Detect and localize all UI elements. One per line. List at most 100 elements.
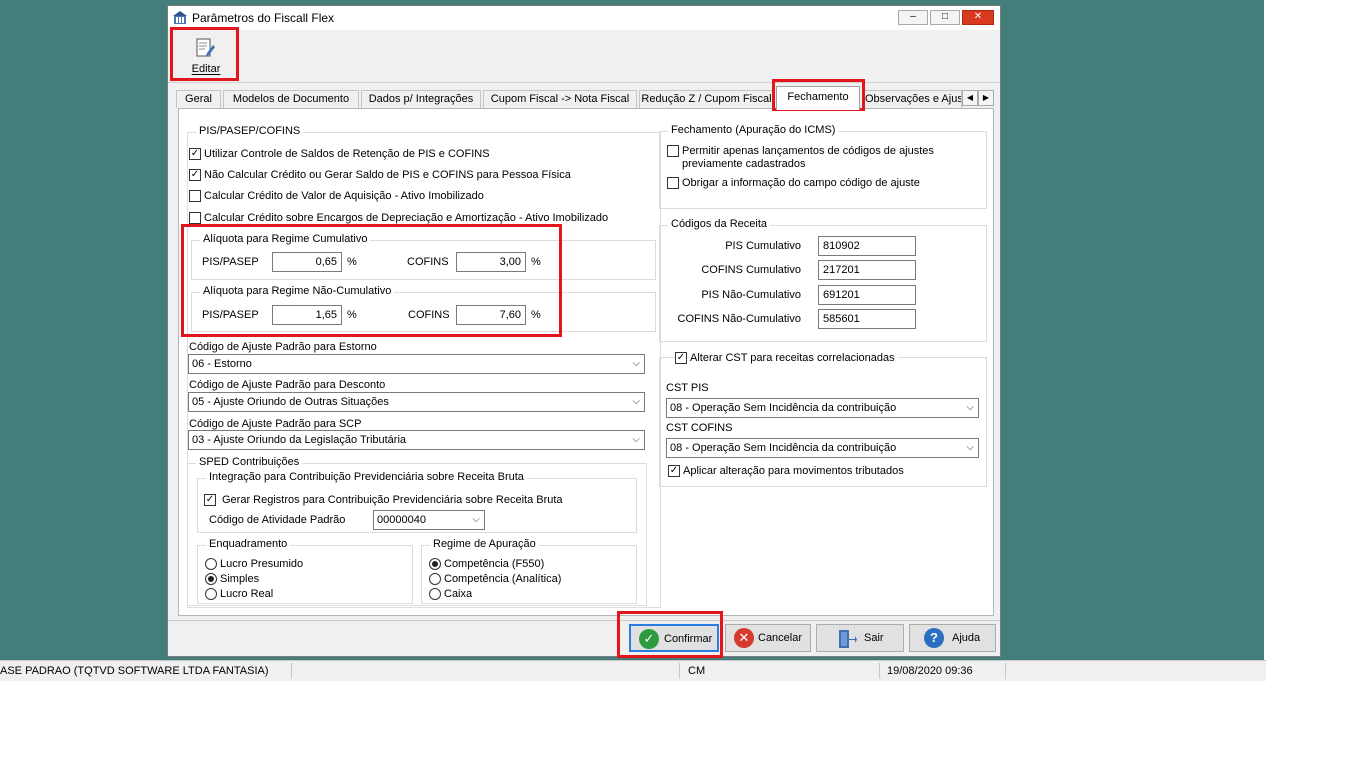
checkbox-permitir-lancamentos[interactable] — [667, 145, 679, 157]
codigos-receita-title: Códigos da Receita — [668, 218, 771, 230]
tab-cupom-nota[interactable]: Cupom Fiscal -> Nota Fiscal — [483, 90, 637, 108]
sair-label: Sair — [864, 632, 884, 644]
tab-dados-integracoes[interactable]: Dados p/ Integrações — [361, 90, 481, 108]
nao-cumulativo-title: Alíquota para Regime Não-Cumulativo — [200, 285, 395, 297]
nao-cumulativo-pis-unit: % — [347, 309, 357, 321]
sair-button[interactable]: Sair — [816, 624, 904, 652]
app-icon — [173, 11, 187, 25]
cumulativo-pis-label: PIS/PASEP — [202, 256, 259, 268]
cancel-icon: ✕ — [734, 628, 754, 648]
obrigar-codigo-label: Obrigar a informação do campo código de … — [682, 177, 920, 189]
competencia-f550-label: Competência (F550) — [444, 558, 545, 570]
lucro-real-label: Lucro Real — [220, 588, 274, 600]
radio-caixa[interactable] — [429, 588, 441, 600]
status-datetime: 19/08/2020 09:36 — [887, 665, 973, 677]
enquadramento-title: Enquadramento — [206, 538, 291, 550]
checkbox-obrigar-codigo[interactable] — [667, 177, 679, 189]
lucro-presumido-label: Lucro Presumido — [220, 558, 304, 570]
label-credito-depreciacao: Calcular Crédito sobre Encargos de Depre… — [204, 212, 609, 224]
window-title: Parâmetros do Fiscall Flex — [192, 11, 335, 25]
radio-competencia-f550[interactable] — [429, 558, 441, 570]
cofins-nao-cumulativo-input[interactable]: 585601 — [818, 309, 916, 329]
ajuda-button[interactable]: ? Ajuda — [909, 624, 996, 652]
cofins-cumulativo-label: COFINS Cumulativo — [701, 264, 801, 276]
permitir-lancamentos-label-2: previamente cadastrados — [682, 158, 806, 170]
caixa-label: Caixa — [444, 588, 473, 600]
nao-cumulativo-cofins-unit: % — [531, 309, 541, 321]
radio-competencia-analitica[interactable] — [429, 573, 441, 585]
cumulativo-title: Alíquota para Regime Cumulativo — [200, 233, 371, 245]
cst-pis-value: 08 - Operação Sem Incidência da contribu… — [670, 402, 897, 414]
checkbox-nao-calcular-credito[interactable]: ✓ — [189, 169, 201, 181]
nao-cumulativo-cofins-input[interactable]: 7,60 — [456, 305, 526, 325]
estorno-value: 06 - Estorno — [192, 358, 252, 370]
ajuda-label: Ajuda — [952, 632, 981, 644]
pis-cumulativo-label: PIS Cumulativo — [725, 240, 801, 252]
toolbar — [168, 30, 1000, 83]
permitir-lancamentos-label: Permitir apenas lançamentos de códigos d… — [682, 145, 934, 157]
atividade-value: 00000040 — [377, 514, 426, 526]
tab-fechamento[interactable]: Fechamento — [776, 86, 860, 110]
status-separator — [291, 663, 292, 679]
scp-select[interactable]: 03 - Ajuste Oriundo da Legislação Tribut… — [188, 430, 645, 450]
close-button[interactable]: ✕ — [962, 10, 994, 25]
checkbox-alterar-cst[interactable]: ✓ — [675, 352, 687, 364]
radio-lucro-real[interactable] — [205, 588, 217, 600]
minimize-button[interactable]: – — [898, 10, 928, 25]
label-nao-calcular-credito: Não Calcular Crédito ou Gerar Saldo de P… — [204, 169, 571, 181]
tab-scroll-right-button[interactable]: ▶ — [978, 90, 994, 106]
cofins-nao-cumulativo-label: COFINS Não-Cumulativo — [677, 313, 801, 325]
cumulativo-pis-input[interactable]: 0,65 — [272, 252, 342, 272]
footer-divider — [168, 620, 1000, 621]
cst-cofins-label: CST COFINS — [666, 422, 733, 434]
pis-cofins-title: PIS/PASEP/COFINS — [196, 125, 304, 137]
nao-cumulativo-pis-label: PIS/PASEP — [202, 309, 259, 321]
maximize-button[interactable]: □ — [930, 10, 960, 25]
cst-pis-label: CST PIS — [666, 382, 709, 394]
parametros-window: Parâmetros do Fiscall Flex – □ ✕ Editar … — [167, 5, 1001, 657]
tab-scroll-left-button[interactable]: ◀ — [962, 90, 978, 106]
cofins-cumulativo-input[interactable]: 217201 — [818, 260, 916, 280]
competencia-analitica-label: Competência (Analítica) — [444, 573, 562, 585]
cumulativo-cofins-input[interactable]: 3,00 — [456, 252, 526, 272]
tab-reducao-z[interactable]: Redução Z / Cupom Fiscal — [639, 90, 774, 108]
edit-button[interactable]: Editar — [176, 33, 236, 79]
confirmar-label: Confirmar — [664, 633, 713, 645]
gerar-registros-label: Gerar Registros para Contribuição Previd… — [222, 494, 563, 506]
title-bar: Parâmetros do Fiscall Flex – □ ✕ — [168, 6, 1000, 30]
estorno-label: Código de Ajuste Padrão para Estorno — [189, 341, 377, 353]
pis-cumulativo-input[interactable]: 810902 — [818, 236, 916, 256]
exit-door-icon — [837, 629, 857, 649]
radio-simples[interactable] — [205, 573, 217, 585]
pis-nao-cumulativo-input[interactable]: 691201 — [818, 285, 916, 305]
checkbox-gerar-registros[interactable]: ✓ — [204, 494, 216, 506]
desconto-select[interactable]: 05 - Ajuste Oriundo de Outras Situações ⌵ — [188, 392, 645, 412]
desconto-label: Código de Ajuste Padrão para Desconto — [189, 379, 386, 391]
checkbox-credito-depreciacao[interactable] — [189, 212, 201, 224]
cancelar-button[interactable]: ✕ Cancelar — [725, 624, 811, 652]
tab-geral[interactable]: Geral — [176, 90, 221, 108]
cst-cofins-select[interactable]: 08 - Operação Sem Incidência da contribu… — [666, 438, 979, 458]
chevron-down-icon: ⌵ — [966, 442, 974, 453]
confirmar-button[interactable]: ✓ Confirmar — [629, 624, 719, 652]
simples-label: Simples — [220, 573, 260, 585]
edit-label: Editar — [191, 63, 221, 75]
status-bar: ASE PADRAO (TQTVD SOFTWARE LTDA FANTASIA… — [0, 660, 1266, 681]
nao-cumulativo-pis-input[interactable]: 1,65 — [272, 305, 342, 325]
checkbox-credito-aquisicao[interactable] — [189, 190, 201, 202]
tab-modelos-documento[interactable]: Modelos de Documento — [223, 90, 359, 108]
regime-apuracao-title: Regime de Apuração — [430, 538, 539, 550]
estorno-select[interactable]: 06 - Estorno ⌵ — [188, 354, 645, 374]
atividade-select[interactable]: 00000040 ⌵ — [373, 510, 485, 530]
tab-observacoes[interactable]: Observações e Ajustes — [862, 90, 962, 108]
label-credito-aquisicao: Calcular Crédito de Valor de Aquisição -… — [204, 190, 484, 202]
cst-pis-select[interactable]: 08 - Operação Sem Incidência da contribu… — [666, 398, 979, 418]
desconto-value: 05 - Ajuste Oriundo de Outras Situações — [192, 396, 389, 408]
checkbox-controle-saldos[interactable]: ✓ — [189, 148, 201, 160]
chevron-down-icon: ⌵ — [632, 358, 640, 369]
cumulativo-cofins-label: COFINS — [407, 256, 449, 268]
radio-lucro-presumido[interactable] — [205, 558, 217, 570]
tab-panel: PIS/PASEP/COFINS ✓ Utilizar Controle de … — [178, 108, 994, 616]
checkbox-aplicar-alteracao[interactable]: ✓ — [668, 465, 680, 477]
sped-title: SPED Contribuições — [196, 456, 303, 468]
